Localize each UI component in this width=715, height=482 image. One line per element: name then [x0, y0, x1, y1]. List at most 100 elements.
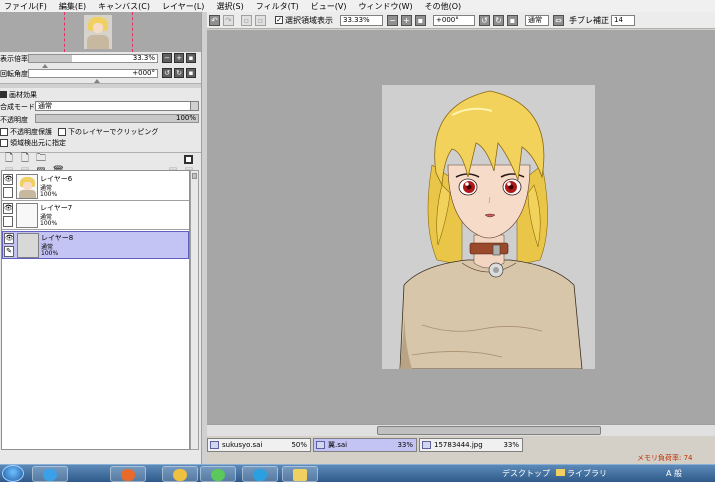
canvas-artwork[interactable] — [382, 85, 595, 369]
file-tab[interactable]: sukusyo.sai 50% — [207, 438, 311, 452]
stabilizer-field[interactable]: 14 — [611, 15, 635, 26]
selection-source-checkbox[interactable] — [0, 138, 8, 147]
ime-indicator[interactable]: A 般 — [666, 468, 682, 479]
selection-source-row: 領域検出元に指定 — [0, 137, 201, 148]
zoom-label: 表示倍率 — [0, 55, 28, 63]
zoom-reset-button[interactable]: ▪ — [186, 53, 196, 63]
show-selection-label: 選択領域表示 — [285, 16, 333, 25]
file-tab-name: 翼.sai — [328, 441, 348, 449]
blend-mode-row: 合成モード 通常 — [0, 101, 201, 112]
rotate-reset-icon[interactable]: ▪ — [507, 15, 518, 26]
menu-file[interactable]: ファイル(F) — [0, 1, 55, 12]
file-tab-zoom: 33% — [503, 441, 519, 449]
rotation-slider[interactable]: +000° — [28, 69, 158, 78]
scrollbar-thumb[interactable] — [377, 426, 601, 435]
blend-field[interactable]: 通常 — [525, 15, 549, 26]
library-toolbar-label[interactable]: ライブラリ — [556, 468, 607, 479]
file-tab[interactable]: 15783444.jpg 33% — [419, 438, 523, 452]
opacity-row: 不透明度 100% — [0, 114, 201, 125]
opacity-value: 100% — [175, 114, 196, 122]
rotate-right-button[interactable]: ↻ — [174, 68, 184, 78]
zoom-field[interactable]: 33.33% — [340, 15, 383, 26]
rotation-row: 回転角度 +000° ↺ ↻ ▪ — [0, 68, 201, 79]
zoom-row: 表示倍率 33.3% − + ▪ — [0, 53, 201, 64]
preserve-opacity-checkbox[interactable] — [0, 127, 8, 136]
eye-icon[interactable]: 👁 — [3, 174, 13, 185]
rotate-left-icon[interactable]: ↺ — [479, 15, 490, 26]
zoom-out-button[interactable]: − — [162, 53, 172, 63]
zoom-buttons: − + ▪ — [160, 53, 196, 63]
stabilizer-label: 手ブレ補正 — [569, 16, 609, 25]
character-illustration — [382, 85, 595, 369]
file-tab-name: 15783444.jpg — [434, 441, 483, 449]
blend-mode-value: 通常 — [38, 102, 52, 110]
show-selection-checkbox[interactable]: ✓ — [275, 16, 283, 24]
menu-filter[interactable]: フィルタ(T) — [252, 1, 307, 12]
taskbar-app-2[interactable] — [110, 466, 146, 482]
layer-list: 👁 レイヤー6 通常 100% 👁 レイヤー7 通常 100% 👁 ✎ レイヤー… — [1, 170, 190, 450]
pen-icon[interactable]: ✎ — [4, 246, 14, 257]
taskbar-ie[interactable] — [32, 466, 68, 482]
start-button[interactable] — [2, 465, 24, 482]
file-tab-active[interactable]: 翼.sai 33% — [313, 438, 417, 452]
menu-window[interactable]: ウィンドウ(W) — [354, 1, 420, 12]
menu-select[interactable]: 選択(S) — [212, 1, 251, 12]
navigator-preview[interactable] — [0, 12, 201, 52]
zoom-fit-icon[interactable]: ▪ — [415, 15, 426, 26]
menu-other[interactable]: その他(O) — [421, 1, 470, 12]
layer-opacity: 100% — [41, 250, 59, 257]
taskbar-skype[interactable] — [242, 466, 278, 482]
zoom-in-button[interactable]: + — [174, 53, 184, 63]
layer-item-selected[interactable]: 👁 ✎ レイヤー8 通常 100% — [2, 231, 189, 259]
protection-row: 不透明度保護 下のレイヤーでクリッピング — [0, 126, 201, 137]
zoom-out-icon[interactable]: − — [387, 15, 398, 26]
navigator-thumbnail — [84, 15, 112, 49]
taskbar-app-3[interactable] — [162, 466, 198, 482]
layer-opacity: 100% — [40, 220, 58, 227]
rotation-field[interactable]: +000° — [433, 15, 475, 26]
blend-mode-select[interactable]: 通常 — [35, 101, 199, 111]
layer-list-scrollbar[interactable] — [190, 170, 199, 450]
file-icon — [422, 441, 431, 449]
menu-view[interactable]: ビュー(V) — [307, 1, 355, 12]
deselect-icon[interactable]: ▫ — [241, 15, 252, 26]
canvas-area[interactable] — [207, 30, 715, 424]
clipping-checkbox[interactable] — [58, 127, 66, 136]
lock-toggle[interactable] — [3, 187, 13, 198]
taskbar-app-4[interactable] — [200, 466, 236, 482]
rotation-label: 回転角度 — [0, 70, 28, 78]
layer-options-icon[interactable] — [184, 155, 193, 164]
new-linework-layer-icon[interactable]: 🗋 — [20, 153, 30, 164]
zoom-slider[interactable]: 33.3% — [28, 54, 158, 63]
menu-canvas[interactable]: キャンバス(C) — [94, 1, 158, 12]
invert-selection-icon[interactable]: ▫ — [255, 15, 266, 26]
canvas-toolbar: ↶ ↷ ▫ ▫ ✓ 選択領域表示 33.33% − + ▪ +000° ↺ ↻ … — [207, 12, 715, 29]
rotate-right-icon[interactable]: ↻ — [493, 15, 504, 26]
layer-item[interactable]: 👁 レイヤー7 通常 100% — [2, 202, 189, 230]
file-tab-zoom: 50% — [291, 441, 307, 449]
menu-edit[interactable]: 編集(E) — [55, 1, 94, 12]
collapse-icon — [0, 91, 7, 98]
rotate-reset-button[interactable]: ▪ — [186, 68, 196, 78]
texture-effect-row[interactable]: 画材効果 — [0, 89, 37, 100]
layer-item[interactable]: 👁 レイヤー6 通常 100% — [2, 173, 189, 201]
desktop-toolbar-label[interactable]: デスクトップ — [502, 468, 550, 479]
rotate-left-button[interactable]: ↺ — [162, 68, 172, 78]
redo-icon[interactable]: ↷ — [223, 15, 234, 26]
rotation-buttons: ↺ ↻ ▪ — [160, 68, 196, 78]
menu-layer[interactable]: レイヤー(L) — [158, 1, 212, 12]
opacity-slider[interactable]: 100% — [35, 114, 199, 123]
new-folder-icon[interactable]: 🗀 — [36, 153, 46, 164]
lock-toggle[interactable] — [3, 216, 13, 227]
canvas-horizontal-scrollbar[interactable] — [207, 424, 715, 436]
eye-icon[interactable]: 👁 — [3, 203, 13, 214]
zoom-in-icon[interactable]: + — [401, 15, 412, 26]
eye-icon[interactable]: 👁 — [4, 233, 14, 244]
opacity-label: 不透明度 — [0, 116, 28, 124]
undo-icon[interactable]: ↶ — [209, 15, 220, 26]
flip-icon[interactable]: ⇔ — [553, 15, 564, 26]
new-layer-icon[interactable]: 🗋 — [4, 153, 14, 164]
taskbar-explorer[interactable] — [282, 466, 318, 482]
panel-divider[interactable] — [0, 83, 201, 88]
folder-icon — [173, 469, 187, 481]
